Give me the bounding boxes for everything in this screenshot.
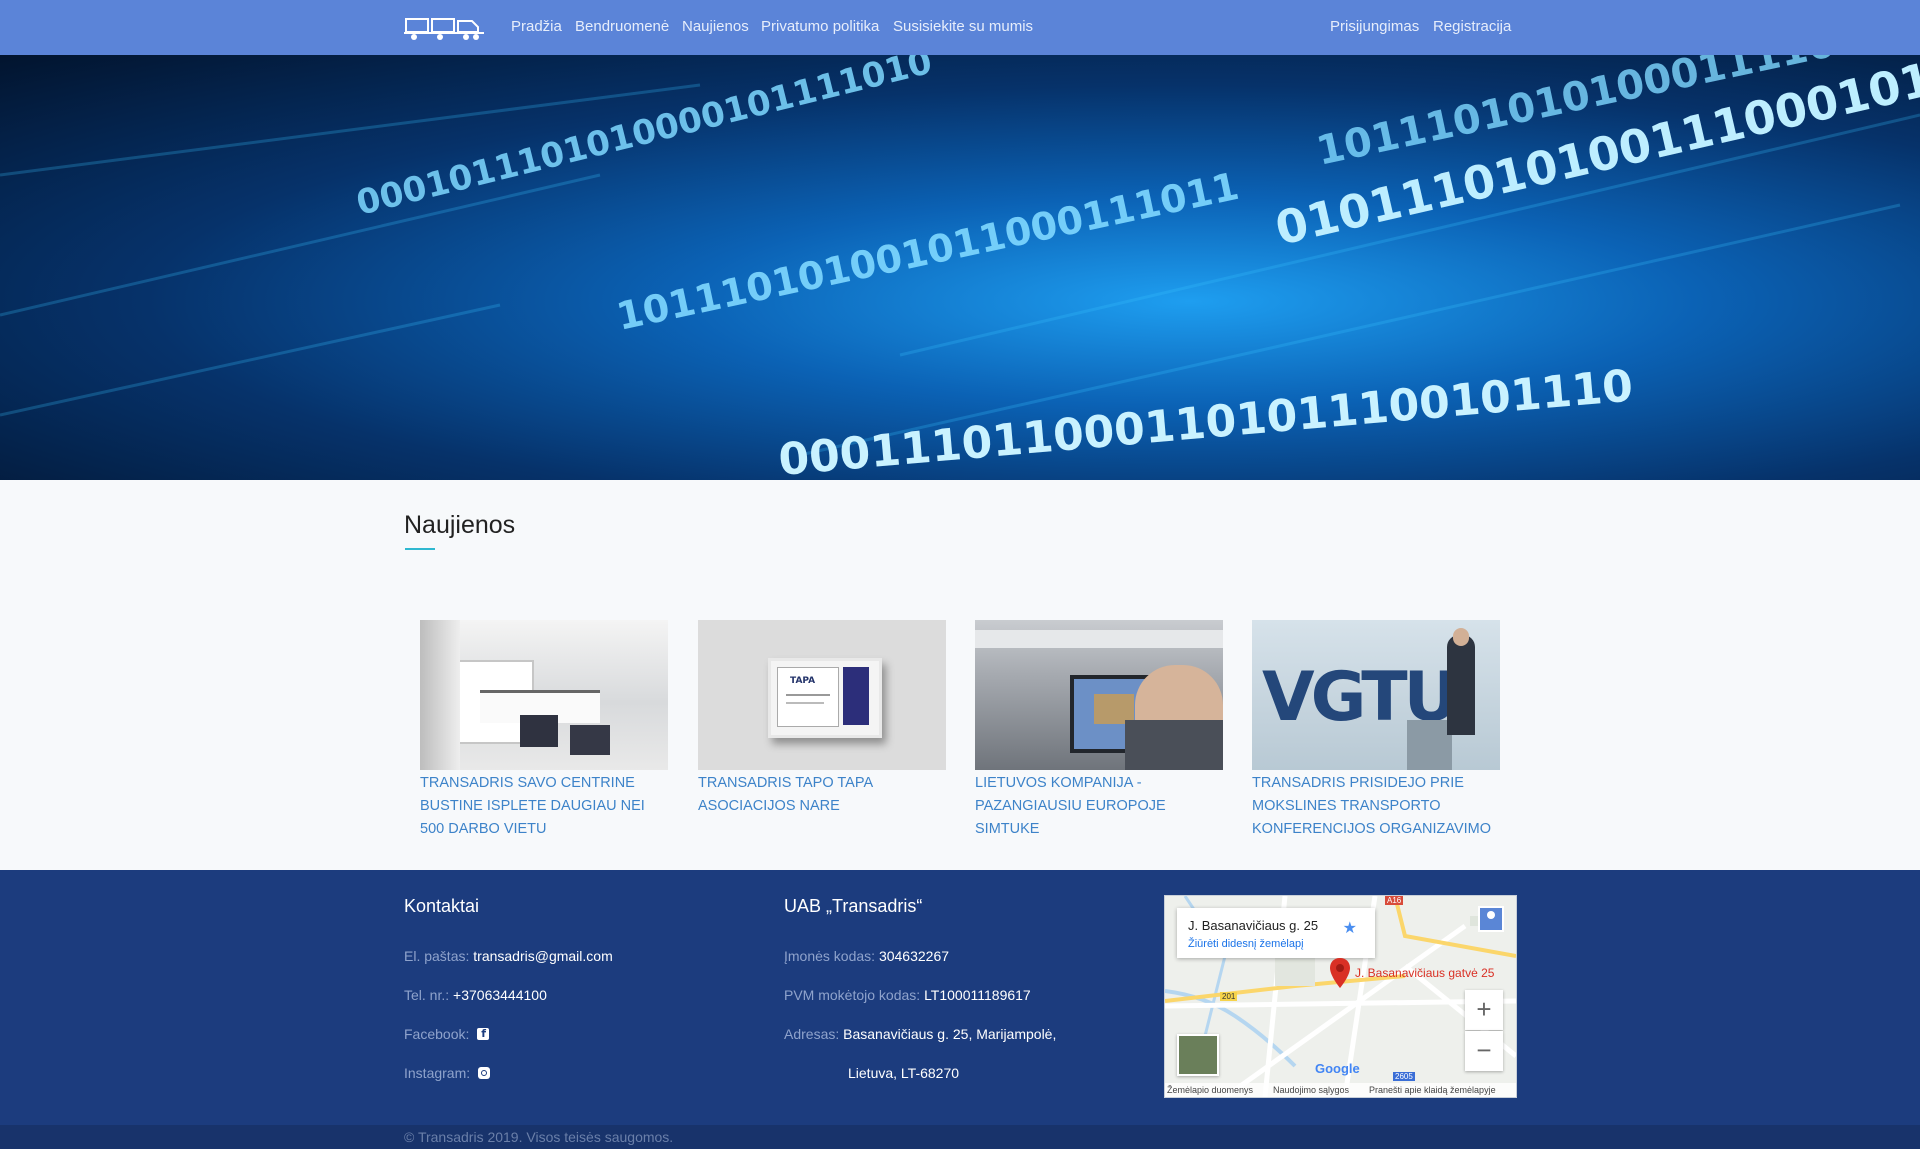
email-label: El. paštas: bbox=[404, 948, 470, 964]
news-card-title[interactable]: LIETUVOS KOMPANIJA - PAZANGIAUSIU EUROPO… bbox=[975, 772, 1223, 841]
nav-link-community[interactable]: Bendruomenė bbox=[575, 18, 669, 36]
address-line-1: Basanavičiaus g. 25, Marijampolė, bbox=[843, 1026, 1057, 1042]
vat-label: PVM mokėtojo kodas: bbox=[784, 987, 921, 1003]
facebook-icon[interactable]: f bbox=[477, 1028, 490, 1040]
certificate-text: TAPA bbox=[790, 676, 816, 686]
google-map[interactable]: J. Basanavičiaus g. 25 Žiūrėti didesnį ž… bbox=[1164, 895, 1517, 1098]
zoom-out-button[interactable]: − bbox=[1465, 1031, 1503, 1071]
binary-code-illustration: 0001011101010000101111010 10111010100101… bbox=[0, 55, 1920, 480]
map-pin-icon[interactable] bbox=[1330, 958, 1350, 988]
company-title: UAB „Transadris“ bbox=[784, 896, 923, 916]
nav-link-contact[interactable]: Susisiekite su mumis bbox=[893, 18, 1033, 36]
address-row: Adresas: Basanavičiaus g. 25, Marijampol… bbox=[784, 1025, 1056, 1043]
address-row-2: Lietuva, LT-68270 bbox=[848, 1064, 959, 1082]
vat-row: PVM mokėtojo kodas: LT100011189617 bbox=[784, 986, 1031, 1004]
map-info-card: J. Basanavičiaus g. 25 Žiūrėti didesnį ž… bbox=[1177, 908, 1375, 958]
zoom-in-button[interactable]: + bbox=[1465, 990, 1503, 1030]
facebook-row: Facebook: f bbox=[404, 1025, 490, 1043]
news-card[interactable]: TAPA TRANSADRIS TAPO TAPA ASOCIACIJOS NA… bbox=[698, 620, 946, 818]
news-card-title[interactable]: TRANSADRIS TAPO TAPA ASOCIACIJOS NARE bbox=[698, 772, 946, 818]
phone-link[interactable]: +37063444100 bbox=[453, 987, 547, 1003]
road-label: 201 bbox=[1220, 992, 1238, 1001]
nav-link-privacy[interactable]: Privatumo politika bbox=[761, 18, 879, 36]
phone-label: Tel. nr.: bbox=[404, 987, 450, 1003]
company-code-label: Įmonės kodas: bbox=[784, 948, 876, 964]
star-icon[interactable]: ★ bbox=[1343, 918, 1357, 938]
conference-photo: VGTU bbox=[1252, 620, 1500, 770]
street-view-icon[interactable] bbox=[1478, 906, 1504, 932]
binary-row: 0001011101010000101111010 bbox=[353, 55, 937, 224]
news-section-title: Naujienos bbox=[404, 511, 516, 539]
truck-logo-icon[interactable] bbox=[404, 13, 488, 43]
vat-code: LT100011189617 bbox=[924, 987, 1031, 1003]
map-place-name: J. Basanavičiaus g. 25 bbox=[1188, 918, 1319, 933]
email-link[interactable]: transadris@gmail.com bbox=[473, 948, 612, 964]
road-label: A16 bbox=[1385, 896, 1404, 905]
email-row: El. paštas: transadris@gmail.com bbox=[404, 947, 613, 965]
news-card[interactable]: VGTU TRANSADRIS PRISIDEJO PRIE MOKSLINES… bbox=[1252, 620, 1500, 841]
nav-link-news[interactable]: Naujienos bbox=[682, 18, 749, 36]
company-code: 304632267 bbox=[878, 948, 950, 964]
copyright-bar bbox=[0, 1125, 1920, 1149]
control-room-photo bbox=[975, 620, 1223, 770]
contacts-title: Kontaktai bbox=[404, 896, 480, 916]
top-navbar: Pradžia Bendruomenė Naujienos Privatumo … bbox=[0, 0, 1920, 55]
company-code-row: Įmonės kodas: 304632267 bbox=[784, 947, 949, 965]
map-terms-link[interactable]: Naudojimo sąlygos bbox=[1273, 1085, 1349, 1095]
road-label: 2605 bbox=[1393, 1072, 1415, 1081]
instagram-label: Instagram: bbox=[404, 1065, 471, 1081]
hero-banner: 0001011101010000101111010 10111010100101… bbox=[0, 55, 1920, 480]
copyright-text: © Transadris 2019. Visos teisės saugomos… bbox=[404, 1129, 674, 1145]
instagram-icon[interactable] bbox=[478, 1067, 491, 1079]
map-data-link[interactable]: Žemėlapio duomenys bbox=[1167, 1085, 1253, 1095]
nav-link-login[interactable]: Prisijungimas bbox=[1330, 18, 1419, 36]
binary-row: 101110101001011000111011 bbox=[613, 164, 1243, 339]
satellite-toggle[interactable] bbox=[1177, 1034, 1219, 1076]
news-card[interactable]: LIETUVOS KOMPANIJA - PAZANGIAUSIU EUROPO… bbox=[975, 620, 1223, 841]
news-card[interactable]: TRANSADRIS SAVO CENTRINE BUSTINE ISPLETE… bbox=[420, 620, 668, 841]
phone-row: Tel. nr.: +37063444100 bbox=[404, 986, 547, 1004]
office-photo bbox=[420, 620, 668, 770]
facebook-label: Facebook: bbox=[404, 1026, 470, 1042]
nav-link-home[interactable]: Pradžia bbox=[511, 18, 562, 36]
binary-row: 0001110110001101011100101110 bbox=[777, 360, 1635, 480]
title-underline bbox=[405, 548, 435, 550]
map-footer: Žemėlapio duomenys Naudojimo sąlygos Pra… bbox=[1165, 1083, 1516, 1097]
address-line-2: Lietuva, LT-68270 bbox=[848, 1065, 960, 1081]
nav-link-register[interactable]: Registracija bbox=[1433, 18, 1511, 36]
google-logo: Google bbox=[1315, 1061, 1360, 1076]
instagram-row: Instagram: bbox=[404, 1064, 491, 1082]
news-card-title[interactable]: TRANSADRIS SAVO CENTRINE BUSTINE ISPLETE… bbox=[420, 772, 668, 841]
certificate-photo: TAPA bbox=[698, 620, 946, 770]
news-card-title[interactable]: TRANSADRIS PRISIDEJO PRIE MOKSLINES TRAN… bbox=[1252, 772, 1500, 841]
map-pin-label: J. Basanavičiaus gatvė 25 bbox=[1355, 966, 1495, 980]
map-report-link[interactable]: Pranešti apie klaidą žemėlapyje bbox=[1369, 1085, 1496, 1095]
address-label: Adresas: bbox=[784, 1026, 840, 1042]
map-view-larger-link[interactable]: Žiūrėti didesnį žemėlapį bbox=[1188, 938, 1304, 950]
